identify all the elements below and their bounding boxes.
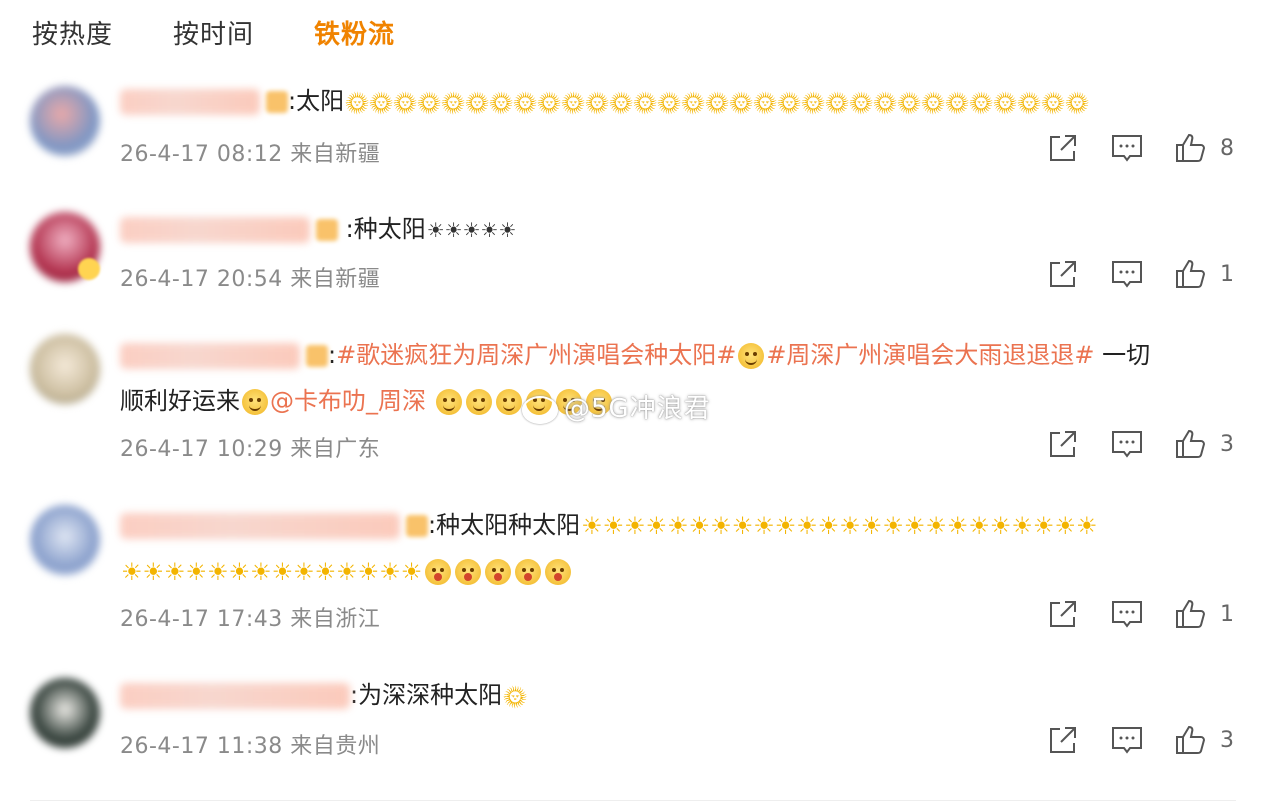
fan-badge-icon (306, 345, 328, 367)
black-sun-emoji: ☀☀☀☀☀ (426, 218, 517, 242)
username[interactable] (120, 513, 400, 539)
timestamp: 26-4-17 08:12 (120, 142, 283, 167)
divider (30, 800, 1236, 801)
share-icon[interactable] (1046, 427, 1080, 461)
comment-content-line2: ☀☀☀☀☀☀☀☀☀☀☀☀☀☀ (120, 548, 1230, 595)
like-icon[interactable] (1174, 257, 1208, 291)
comment-icon[interactable] (1110, 723, 1144, 757)
watermark-text: @5G冲浪君 (564, 394, 711, 424)
smile-face-emoji (495, 389, 522, 415)
comment-colon: : (328, 341, 337, 369)
excited-face-emoji (515, 559, 542, 585)
comment-icon[interactable] (1110, 131, 1144, 165)
excited-face-emoji (455, 559, 482, 585)
timestamp: 26-4-17 20:54 (120, 267, 283, 292)
location: 来自新疆 (290, 267, 381, 292)
comment-actions: 3 (1016, 723, 1234, 757)
location: 来自贵州 (290, 734, 381, 759)
share-icon[interactable] (1046, 723, 1080, 757)
sun-emoji: ☀☀☀☀☀☀☀☀☀☀☀☀☀☀ (121, 558, 423, 586)
avatar[interactable] (30, 86, 100, 156)
like-icon[interactable] (1174, 427, 1208, 461)
like-count: 3 (1220, 727, 1234, 753)
share-icon[interactable] (1046, 257, 1080, 291)
comment-meta: 26-4-17 20:54 来自新疆 (120, 261, 380, 293)
location: 来自浙江 (290, 607, 381, 632)
comment-meta: 26-4-17 08:12 来自新疆 (120, 136, 380, 168)
excited-face-emoji (545, 559, 572, 585)
comment-text: :为深深种太阳 (350, 681, 503, 709)
comment-actions: 3 (1016, 427, 1234, 461)
verified-badge-icon (78, 258, 100, 280)
comment-icon[interactable] (1110, 597, 1144, 631)
mention-link[interactable]: @卡布叻_周深 (270, 387, 426, 415)
comment-text: 一切 (1094, 341, 1151, 369)
sort-tabs: 按热度 按时间 铁粉流 (32, 12, 455, 52)
tab-iron-fans[interactable]: 铁粉流 (314, 14, 395, 51)
sun-face-emoji: 🌞︎ (503, 682, 528, 710)
like-icon[interactable] (1174, 131, 1208, 165)
fan-badge-icon (266, 91, 288, 113)
timestamp: 26-4-17 11:38 (120, 734, 283, 759)
fan-badge-icon (316, 219, 338, 241)
like-count: 1 (1220, 601, 1234, 627)
avatar[interactable] (30, 678, 100, 748)
comment-text: :太阳 (288, 87, 345, 115)
comment-text: :种太阳种太阳 (428, 511, 581, 539)
comment-meta: 26-4-17 17:43 来自浙江 (120, 601, 380, 633)
topic-link[interactable]: #周深广州演唱会大雨退退退# (766, 341, 1094, 369)
smile-face-emoji (435, 389, 462, 415)
watermark: @5G冲浪君 (522, 388, 711, 425)
like-icon[interactable] (1174, 597, 1208, 631)
comment-content: :为深深种太阳🌞︎ (120, 672, 1230, 719)
smile-face-emoji (465, 389, 492, 415)
comment-content: :种太阳种太阳☀☀☀☀☀☀☀☀☀☀☀☀☀☀☀☀☀☀☀☀☀☀☀☀ (120, 502, 1230, 549)
username[interactable] (120, 343, 300, 369)
comment-text: :种太阳 (345, 215, 426, 243)
username[interactable] (120, 683, 350, 709)
share-icon[interactable] (1046, 597, 1080, 631)
comment-content: :太阳🌞︎🌞︎🌞︎🌞︎🌞︎🌞︎🌞︎🌞︎🌞︎🌞︎🌞︎🌞︎🌞︎🌞︎🌞︎🌞︎🌞︎🌞︎🌞… (120, 78, 1230, 125)
excited-face-emoji (485, 559, 512, 585)
like-count: 8 (1220, 135, 1234, 161)
sun-emoji: ☀☀☀☀☀☀☀☀☀☀☀☀☀☀☀☀☀☀☀☀☀☀☀☀ (581, 512, 1098, 540)
smile-face-emoji (738, 343, 765, 369)
like-count: 1 (1220, 261, 1234, 287)
comment-actions: 8 (1016, 131, 1234, 165)
fan-badge-icon (406, 515, 428, 537)
weibo-logo-icon (522, 395, 558, 424)
sun-face-emoji: 🌞︎🌞︎🌞︎🌞︎🌞︎🌞︎🌞︎🌞︎🌞︎🌞︎🌞︎🌞︎🌞︎🌞︎🌞︎🌞︎🌞︎🌞︎🌞︎🌞︎… (345, 88, 1090, 116)
tab-by-heat[interactable]: 按热度 (32, 14, 113, 51)
username[interactable] (120, 89, 260, 115)
avatar[interactable] (30, 505, 100, 575)
share-icon[interactable] (1046, 131, 1080, 165)
location: 来自新疆 (290, 142, 381, 167)
timestamp: 26-4-17 10:29 (120, 437, 283, 462)
comment-actions: 1 (1016, 257, 1234, 291)
comment-content: :#歌迷疯狂为周深广州演唱会种太阳# #周深广州演唱会大雨退退退# 一切 (120, 332, 1230, 378)
excited-face-emoji (425, 559, 452, 585)
avatar[interactable] (30, 334, 100, 404)
like-icon[interactable] (1174, 723, 1208, 757)
comment-meta: 26-4-17 11:38 来自贵州 (120, 728, 380, 760)
comment-icon[interactable] (1110, 427, 1144, 461)
comment-content: :种太阳☀☀☀☀☀ (120, 206, 1230, 253)
like-count: 3 (1220, 431, 1234, 457)
topic-link[interactable]: #歌迷疯狂为周深广州演唱会种太阳# (336, 341, 736, 369)
comment-icon[interactable] (1110, 257, 1144, 291)
tab-by-time[interactable]: 按时间 (173, 14, 254, 51)
timestamp: 26-4-17 17:43 (120, 607, 283, 632)
comment-text: 顺利好运来 (120, 387, 240, 415)
comment-actions: 1 (1016, 597, 1234, 631)
comment-meta: 26-4-17 10:29 来自广东 (120, 431, 380, 463)
smile-face-emoji (242, 389, 268, 415)
username[interactable] (120, 217, 310, 243)
location: 来自广东 (290, 437, 381, 462)
